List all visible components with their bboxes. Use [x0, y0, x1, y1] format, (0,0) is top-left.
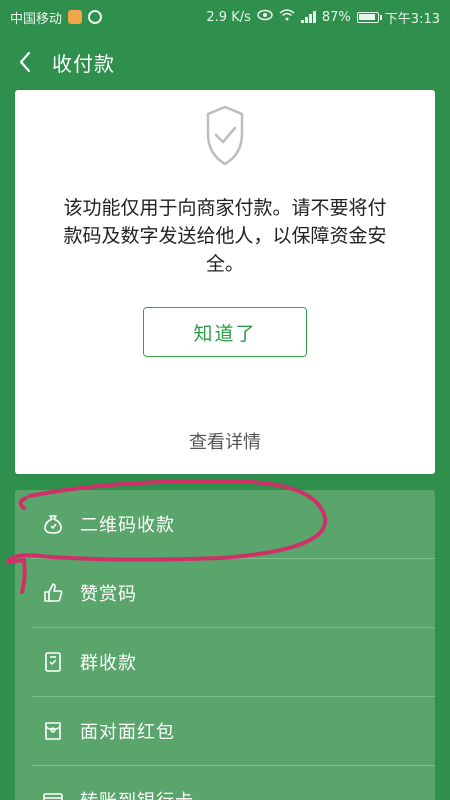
- view-details-link[interactable]: 查看详情: [15, 428, 435, 454]
- menu-item-qr-collect[interactable]: 二维码收款: [15, 490, 435, 558]
- battery-percent: 87%: [321, 9, 351, 25]
- signal-icon: [300, 11, 316, 23]
- menu-item-label: 二维码收款: [80, 515, 175, 536]
- menu-item-label: 转账到银行卡: [80, 787, 194, 800]
- red-packet-icon: [45, 722, 61, 740]
- menu-item-red-packet[interactable]: 面对面红包: [15, 697, 435, 765]
- bank-card-icon: [43, 793, 63, 800]
- app-notification-icon: [68, 10, 83, 24]
- menu-item-bank-transfer[interactable]: 转账到银行卡: [15, 766, 435, 800]
- chevron-left-icon: [19, 51, 31, 73]
- carrier-label: 中国移动: [10, 11, 63, 27]
- acknowledge-button[interactable]: 知道了: [143, 307, 307, 357]
- page-title: 收付款: [52, 51, 115, 76]
- payment-menu: 二维码收款 赞赏码 群收款 面对面红包 转账到银行卡: [15, 490, 435, 800]
- menu-item-label: 群收款: [80, 653, 137, 674]
- menu-item-label: 面对面红包: [80, 722, 175, 743]
- network-speed: 2.9 K/s: [206, 9, 251, 25]
- thumbs-up-icon: [44, 583, 63, 602]
- group-collect-icon: [45, 652, 61, 672]
- battery-icon: [356, 11, 382, 23]
- security-notice-card: 该功能仅用于向商家付款。请不要将付款码及数字发送给他人，以保障资金安全。 知道了…: [15, 90, 435, 474]
- menu-item-appreciation-code[interactable]: 赞赏码: [15, 559, 435, 627]
- clock: 下午3:13: [384, 11, 440, 27]
- security-notice-text: 该功能仅用于向商家付款。请不要将付款码及数字发送给他人，以保障资金安全。: [63, 197, 387, 275]
- menu-item-label: 赞赏码: [80, 584, 137, 605]
- eye-icon: [257, 9, 273, 25]
- status-bar: 中国移动 2.9 K/s 87% 下午3:13: [0, 0, 450, 34]
- wifi-icon: [279, 9, 295, 25]
- app-header: 收付款: [0, 34, 450, 90]
- menu-item-group-collect[interactable]: 群收款: [15, 628, 435, 696]
- notification-icon: [88, 10, 103, 24]
- status-left: 中国移动: [10, 8, 103, 27]
- status-right: 2.9 K/s 87% 下午3:13: [206, 8, 440, 27]
- back-button[interactable]: [0, 34, 50, 90]
- shield-check-icon: [206, 105, 244, 166]
- money-bag-icon: [44, 515, 62, 534]
